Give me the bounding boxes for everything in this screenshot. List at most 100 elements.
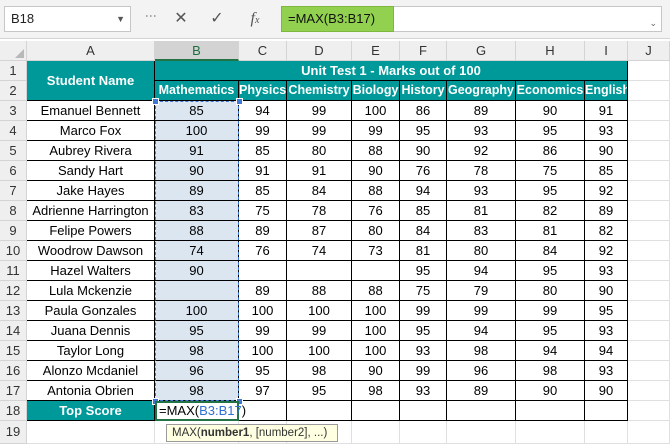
- row-header-12[interactable]: 12: [0, 281, 27, 301]
- cell-j2[interactable]: [628, 81, 670, 101]
- mark-cell[interactable]: 100: [287, 341, 352, 361]
- mark-cell[interactable]: 90: [400, 141, 447, 161]
- mark-cell[interactable]: 95: [155, 321, 239, 341]
- row-header-14[interactable]: 14: [0, 321, 27, 341]
- mark-cell[interactable]: 76: [400, 161, 447, 181]
- student-name-cell[interactable]: Hazel Walters: [27, 261, 155, 281]
- top-score-cell[interactable]: [516, 401, 585, 421]
- mark-cell[interactable]: 93: [585, 321, 628, 341]
- mark-cell[interactable]: 88: [352, 181, 400, 201]
- cell-j18[interactable]: [628, 401, 670, 421]
- mark-cell[interactable]: 84: [400, 221, 447, 241]
- student-name-cell[interactable]: Alonzo Mcdaniel: [27, 361, 155, 381]
- cell-j[interactable]: [628, 101, 670, 121]
- mark-cell[interactable]: 99: [287, 121, 352, 141]
- mark-cell[interactable]: 100: [352, 321, 400, 341]
- subject-header-english[interactable]: English: [585, 81, 628, 101]
- expand-formula-icon[interactable]: ⌄: [649, 18, 657, 29]
- mark-cell[interactable]: 99: [352, 121, 400, 141]
- column-header-f[interactable]: F: [400, 41, 447, 61]
- insert-function-icon[interactable]: fx: [242, 7, 268, 31]
- row-header-8[interactable]: 8: [0, 201, 27, 221]
- mark-cell[interactable]: 95: [239, 361, 287, 381]
- mark-cell[interactable]: 76: [239, 241, 287, 261]
- mark-cell[interactable]: 95: [287, 381, 352, 401]
- row-header-5[interactable]: 5: [0, 141, 27, 161]
- mark-cell[interactable]: 88: [352, 141, 400, 161]
- cell-j[interactable]: [628, 301, 670, 321]
- mark-cell[interactable]: 91: [287, 161, 352, 181]
- row19-cell[interactable]: [447, 421, 516, 444]
- mark-cell[interactable]: 92: [447, 141, 516, 161]
- mark-cell[interactable]: 93: [585, 261, 628, 281]
- row19-cell[interactable]: [400, 421, 447, 444]
- row19-cell[interactable]: [27, 421, 155, 444]
- student-name-cell[interactable]: Antonia Obrien: [27, 381, 155, 401]
- select-all-corner[interactable]: [0, 41, 27, 61]
- row19-cell[interactable]: [628, 421, 670, 444]
- top-score-cell[interactable]: [585, 401, 628, 421]
- column-header-h[interactable]: H: [516, 41, 585, 61]
- mark-cell[interactable]: 79: [447, 281, 516, 301]
- row-header-7[interactable]: 7: [0, 181, 27, 201]
- mark-cell[interactable]: 84: [516, 241, 585, 261]
- mark-cell[interactable]: 86: [400, 101, 447, 121]
- mark-cell[interactable]: 80: [516, 281, 585, 301]
- mark-cell[interactable]: 88: [352, 281, 400, 301]
- student-name-cell[interactable]: Adrienne Harrington: [27, 201, 155, 221]
- mark-cell[interactable]: 83: [155, 201, 239, 221]
- mark-cell[interactable]: 99: [447, 301, 516, 321]
- cell-j[interactable]: [628, 321, 670, 341]
- mark-cell[interactable]: 85: [155, 101, 239, 121]
- column-header-d[interactable]: D: [287, 41, 352, 61]
- mark-cell[interactable]: 99: [400, 361, 447, 381]
- mark-cell[interactable]: [239, 261, 287, 281]
- subject-header-biology[interactable]: Biology: [352, 81, 400, 101]
- chevron-down-icon[interactable]: ▼: [116, 7, 125, 31]
- top-score-cell[interactable]: [447, 401, 516, 421]
- mark-cell[interactable]: 82: [516, 201, 585, 221]
- mark-cell[interactable]: 85: [239, 181, 287, 201]
- mark-cell[interactable]: 73: [352, 241, 400, 261]
- mark-cell[interactable]: 86: [516, 141, 585, 161]
- formula-input-extent[interactable]: ⌄: [394, 6, 662, 32]
- subject-header-geography[interactable]: Geography: [447, 81, 516, 101]
- mark-cell[interactable]: 93: [585, 361, 628, 381]
- mark-cell[interactable]: 100: [239, 341, 287, 361]
- more-options-icon[interactable]: ⋮: [144, 10, 158, 23]
- row-header-1[interactable]: 1: [0, 61, 27, 81]
- student-name-cell[interactable]: Woodrow Dawson: [27, 241, 155, 261]
- mark-cell[interactable]: 100: [352, 101, 400, 121]
- column-header-e[interactable]: E: [352, 41, 400, 61]
- mark-cell[interactable]: 78: [447, 161, 516, 181]
- cell-j[interactable]: [628, 261, 670, 281]
- cell-j[interactable]: [628, 141, 670, 161]
- selection-handle[interactable]: [152, 98, 159, 105]
- column-header-j[interactable]: J: [628, 41, 670, 61]
- row-header-18[interactable]: 18: [0, 401, 27, 421]
- mark-cell[interactable]: 94: [447, 321, 516, 341]
- mark-cell[interactable]: 94: [239, 101, 287, 121]
- mark-cell[interactable]: 100: [287, 301, 352, 321]
- mark-cell[interactable]: 89: [155, 181, 239, 201]
- column-header-c[interactable]: C: [239, 41, 287, 61]
- mark-cell[interactable]: 74: [287, 241, 352, 261]
- mark-cell[interactable]: 93: [400, 341, 447, 361]
- mark-cell[interactable]: 85: [239, 141, 287, 161]
- row-header-6[interactable]: 6: [0, 161, 27, 181]
- mark-cell[interactable]: 100: [352, 301, 400, 321]
- column-header-g[interactable]: G: [447, 41, 516, 61]
- mark-cell[interactable]: 76: [352, 201, 400, 221]
- column-header-b[interactable]: B: [155, 41, 239, 61]
- mark-cell[interactable]: [287, 261, 352, 281]
- mark-cell[interactable]: 90: [585, 381, 628, 401]
- mark-cell[interactable]: 93: [447, 181, 516, 201]
- subject-header-economics[interactable]: Economics: [516, 81, 585, 101]
- selection-handle[interactable]: [236, 98, 243, 105]
- mark-cell[interactable]: 98: [155, 341, 239, 361]
- mark-cell[interactable]: 95: [400, 261, 447, 281]
- mark-cell[interactable]: 75: [239, 201, 287, 221]
- mark-cell[interactable]: 81: [516, 221, 585, 241]
- cancel-icon[interactable]: ✕: [168, 7, 194, 31]
- mark-cell[interactable]: 88: [287, 281, 352, 301]
